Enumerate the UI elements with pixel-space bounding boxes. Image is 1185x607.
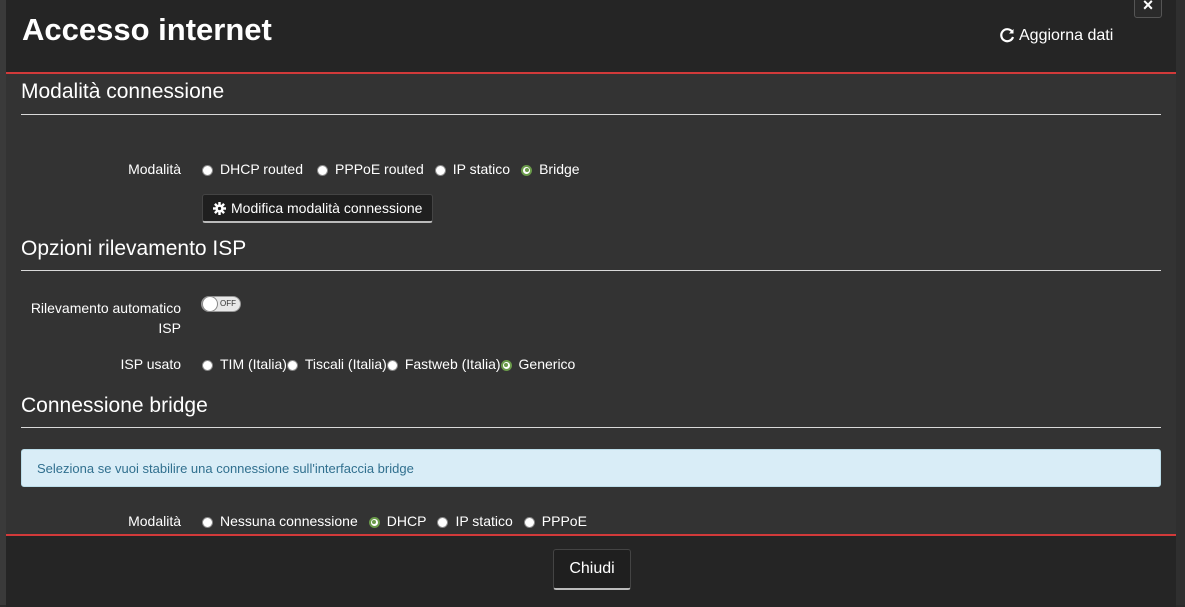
- radio-option-pppoe-routed[interactable]: PPPoE routed: [317, 161, 424, 177]
- auto-isp-label: Rilevamento automatico ISP: [30, 300, 181, 336]
- radio-button[interactable]: [434, 164, 446, 176]
- section-title-connection-mode: Modalità connessione: [21, 80, 225, 103]
- modal-header: Accesso internet Aggiorna dati ×: [6, 0, 1176, 74]
- refresh-label: Aggiorna dati: [1019, 27, 1114, 44]
- radio-button[interactable]: [437, 516, 449, 528]
- section-title-bridge: Connessione bridge: [21, 394, 208, 417]
- radio-option-ip-statico[interactable]: IP statico: [434, 161, 511, 177]
- connection-mode-radio-group: DHCP routed PPPoE routed IP statico Brid…: [202, 161, 580, 177]
- radio-label: Tiscali (Italia): [304, 356, 387, 372]
- radio-label: Fastweb (Italia): [404, 356, 501, 372]
- radio-button[interactable]: [202, 359, 213, 371]
- radio-label: DHCP: [386, 513, 427, 529]
- section-divider: [21, 270, 1161, 271]
- radio-label: Nessuna connessione: [220, 513, 358, 529]
- radio-option-dhcp-routed[interactable]: DHCP routed: [202, 161, 303, 177]
- radio-label: IP statico: [452, 161, 511, 177]
- section-divider: [21, 114, 1161, 115]
- radio-label: PPPoE: [541, 513, 587, 529]
- radio-button-selected[interactable]: [521, 164, 533, 176]
- modal-dialog: Accesso internet Aggiorna dati × Modalit…: [6, 0, 1176, 607]
- radio-button-selected[interactable]: [500, 359, 512, 371]
- close-button[interactable]: Chiudi: [553, 549, 631, 590]
- radio-button[interactable]: [286, 359, 298, 371]
- radio-button[interactable]: [202, 516, 213, 528]
- radio-label: TIM (Italia): [220, 356, 287, 372]
- refresh-icon: [1000, 28, 1015, 43]
- bridge-mode-radio-group: Nessuna connessione DHCP IP statico PPPo…: [202, 513, 587, 529]
- radio-option-generico[interactable]: Generico: [500, 356, 576, 372]
- section-divider: [21, 427, 1161, 428]
- radio-button[interactable]: [386, 359, 398, 371]
- toggle-state-text: OFF: [220, 299, 236, 308]
- radio-button[interactable]: [202, 164, 213, 176]
- radio-button[interactable]: [523, 516, 535, 528]
- modify-connection-mode-button[interactable]: Modifica modalità connessione: [202, 194, 434, 223]
- auto-isp-toggle[interactable]: OFF: [201, 296, 241, 312]
- background-page-edge-right: [1176, 0, 1185, 605]
- radio-label: IP statico: [455, 513, 513, 529]
- radio-label: PPPoE routed: [335, 161, 424, 177]
- section-title-isp-detection: Opzioni rilevamento ISP: [21, 237, 247, 260]
- radio-option-bridge[interactable]: Bridge: [521, 161, 580, 177]
- isp-radio-group: TIM (Italia) Tiscali (Italia) Fastweb (I…: [202, 356, 575, 372]
- bridge-mode-label: Modalità: [128, 513, 181, 529]
- radio-option-nessuna-connessione[interactable]: Nessuna connessione: [202, 513, 358, 529]
- radio-option-fastweb[interactable]: Fastweb (Italia): [386, 356, 501, 372]
- modify-button-label: Modifica modalità connessione: [231, 200, 423, 216]
- modal-footer: Chiudi: [6, 534, 1176, 607]
- gear-icon: [213, 201, 226, 215]
- modal-title: Accesso internet: [22, 12, 272, 47]
- radio-option-bridge-ip-statico[interactable]: IP statico: [437, 513, 513, 529]
- bridge-info-alert: Seleziona se vuoi stabilire una connessi…: [21, 449, 1161, 487]
- radio-button-selected[interactable]: [368, 516, 380, 528]
- radio-button[interactable]: [317, 164, 329, 176]
- bridge-info-text: Seleziona se vuoi stabilire una connessi…: [37, 460, 414, 476]
- isp-used-label: ISP usato: [120, 356, 181, 372]
- radio-option-dhcp[interactable]: DHCP: [368, 513, 427, 529]
- close-icon[interactable]: ×: [1134, 0, 1162, 18]
- radio-label: Generico: [518, 356, 576, 372]
- radio-option-tim[interactable]: TIM (Italia): [202, 356, 287, 372]
- refresh-button[interactable]: Aggiorna dati: [999, 27, 1113, 45]
- radio-label: Bridge: [539, 161, 580, 177]
- mode-label: Modalità: [128, 161, 181, 177]
- modal-body: Modalità connessione Modalità DHCP route…: [6, 74, 1176, 534]
- radio-option-tiscali[interactable]: Tiscali (Italia): [286, 356, 387, 372]
- radio-option-pppoe[interactable]: PPPoE: [523, 513, 587, 529]
- radio-label: DHCP routed: [220, 161, 304, 177]
- toggle-knob: [202, 296, 218, 312]
